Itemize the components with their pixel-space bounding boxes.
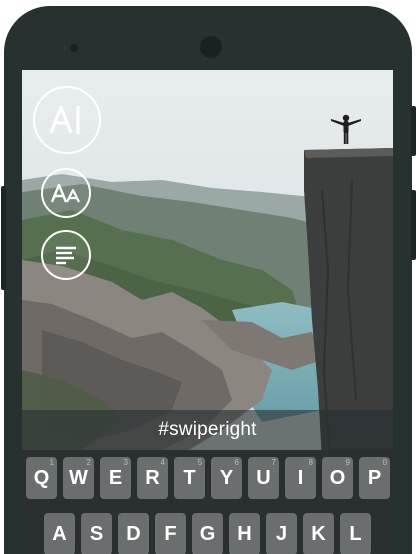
key-e[interactable]: E3 [100,457,131,499]
app-screen: #swiperight Q1 W2 E3 R4 T5 Y6 U7 I8 O9 P… [22,70,393,554]
key-r[interactable]: R4 [137,457,168,499]
key-h[interactable]: H [229,513,260,554]
key-o[interactable]: O9 [322,457,353,499]
key-j[interactable]: J [266,513,297,554]
text-align-icon [56,246,76,265]
power-button [411,106,416,156]
text-align-button[interactable] [41,230,91,280]
speaker-grille [70,44,78,52]
side-button [411,190,416,260]
text-size-icon [50,183,80,203]
text-size-button[interactable] [41,168,91,218]
volume-button [1,186,6,290]
key-u[interactable]: U7 [248,457,279,499]
key-t[interactable]: T5 [174,457,205,499]
key-g[interactable]: G [192,513,223,554]
key-a[interactable]: A [44,513,75,554]
key-k[interactable]: K [303,513,334,554]
key-f[interactable]: F [155,513,186,554]
keyboard: Q1 W2 E3 R4 T5 Y6 U7 I8 O9 P0 A S D F G … [22,450,393,554]
key-d[interactable]: D [118,513,149,554]
key-w[interactable]: W2 [63,457,94,499]
font-style-icon [49,105,80,134]
key-i[interactable]: I8 [285,457,316,499]
key-p[interactable]: P0 [359,457,390,499]
key-q[interactable]: Q1 [26,457,57,499]
caption-bar[interactable]: #swiperight [22,410,393,450]
key-y[interactable]: Y6 [211,457,242,499]
front-camera [200,36,222,58]
key-s[interactable]: S [81,513,112,554]
caption-text: #swiperight [158,419,257,440]
font-style-button[interactable] [33,86,101,154]
key-l[interactable]: L [340,513,371,554]
